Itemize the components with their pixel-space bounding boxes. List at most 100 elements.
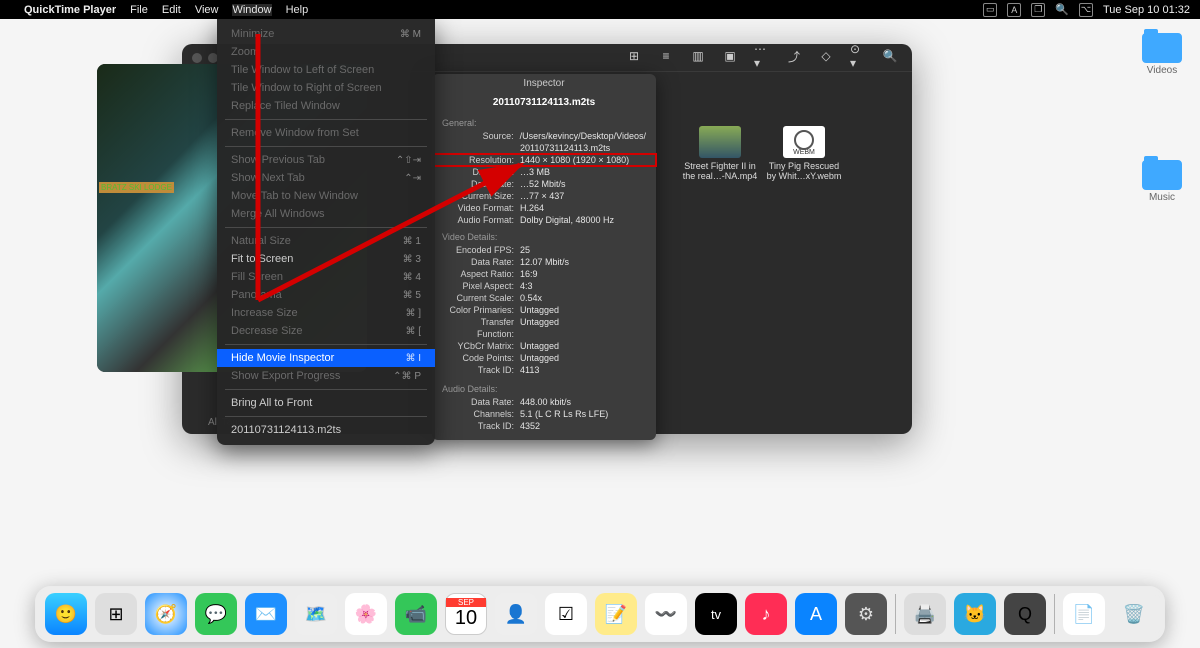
menubar-datetime[interactable]: Tue Sep 10 01:32: [1103, 4, 1190, 16]
app-name[interactable]: QuickTime Player: [24, 4, 116, 16]
menu-item: Panorama⌘ 5: [217, 286, 435, 304]
spotlight-icon[interactable]: 🔍: [1055, 3, 1069, 16]
dock-recent-app-icon[interactable]: 🐱: [954, 593, 996, 635]
menu-item-label: Remove Window from Set: [231, 127, 359, 139]
movie-inspector[interactable]: Inspector 20110731124113.m2ts General: S…: [432, 74, 656, 440]
list-view-icon[interactable]: ≡: [658, 49, 674, 63]
folder-label: Videos: [1132, 65, 1192, 76]
menu-item-shortcut: ⌘ I: [405, 353, 421, 364]
share-icon[interactable]: ⤴: [786, 49, 802, 63]
menu-item: Show Previous Tab⌃⇧⇥: [217, 151, 435, 169]
menu-edit[interactable]: Edit: [162, 4, 181, 16]
dock-calendar-icon[interactable]: SEP 10: [445, 593, 487, 635]
dock-safari-icon[interactable]: 🧭: [145, 593, 187, 635]
dock-launchpad-icon[interactable]: ⊞: [95, 593, 137, 635]
inspector-row: Color Primaries:Untagged: [432, 304, 656, 316]
inspector-value: 4:3: [520, 280, 646, 292]
inspector-row: Encoded FPS:25: [432, 244, 656, 256]
inspector-row: 20110731124113.m2ts: [432, 142, 656, 154]
inspector-header: Inspector: [432, 74, 656, 91]
dock-downloads-icon[interactable]: 📄: [1063, 593, 1105, 635]
menu-item-shortcut: ⌃⇥: [404, 173, 421, 184]
menu-separator: [225, 344, 427, 345]
inspector-value: Untagged: [520, 340, 646, 352]
dock-appstore-icon[interactable]: A: [795, 593, 837, 635]
inspector-row: Code Points:Untagged: [432, 352, 656, 364]
search-icon[interactable]: 🔍: [882, 49, 898, 63]
desktop-folder-music[interactable]: Music: [1132, 160, 1192, 203]
tag-icon[interactable]: ◇: [818, 49, 834, 63]
dock-recent-app-icon[interactable]: 🖨️: [904, 593, 946, 635]
dock-reminders-icon[interactable]: ☑︎: [545, 593, 587, 635]
dock-messages-icon[interactable]: 💬: [195, 593, 237, 635]
menu-item: Decrease Size⌘ [: [217, 322, 435, 340]
inspector-value: Untagged: [520, 304, 646, 316]
inspector-key: Video Format:: [442, 202, 520, 214]
column-view-icon[interactable]: ▥: [690, 49, 706, 63]
menu-item-label: Show Next Tab: [231, 172, 305, 184]
action-icon[interactable]: ⊙ ▾: [850, 49, 866, 63]
inspector-key: Audio Format:: [442, 214, 520, 226]
menu-item-label: 20110731124113.m2ts: [231, 424, 341, 436]
inspector-row: Data Size:…3 MB: [432, 166, 656, 178]
menu-item: Show Export Progress⌃⌘ P: [217, 367, 435, 385]
display-icon[interactable]: ▭: [983, 3, 997, 17]
dock-appletv-icon[interactable]: tv: [695, 593, 737, 635]
dock-contacts-icon[interactable]: 👤: [495, 593, 537, 635]
dock-trash-icon[interactable]: 🗑️: [1113, 593, 1155, 635]
inspector-section-general: General:: [432, 116, 656, 130]
dock-separator: [1054, 594, 1055, 634]
menubar: QuickTime Player File Edit View Window H…: [0, 0, 1200, 19]
menu-item-label: Show Export Progress: [231, 370, 340, 382]
menu-item-label: Panorama: [231, 289, 282, 301]
inspector-key: Pixel Aspect:: [442, 280, 520, 292]
menu-separator: [225, 416, 427, 417]
menu-item[interactable]: Fit to Screen⌘ 3: [217, 250, 435, 268]
folder-icon: [1142, 160, 1182, 190]
inspector-value: 448.00 kbit/s: [520, 396, 646, 408]
menu-item-label: Replace Tiled Window: [231, 100, 340, 112]
stage-manager-icon[interactable]: ❐: [1031, 3, 1045, 17]
menu-file[interactable]: File: [130, 4, 148, 16]
inspector-key: Track ID:: [442, 364, 520, 376]
menu-item[interactable]: Bring All to Front: [217, 394, 435, 412]
dock-photos-icon[interactable]: 🌸: [345, 593, 387, 635]
dock-settings-icon[interactable]: ⚙︎: [845, 593, 887, 635]
menu-item[interactable]: Hide Movie Inspector⌘ I: [217, 349, 435, 367]
desktop-folder-videos[interactable]: Videos: [1132, 33, 1192, 76]
dock-mail-icon[interactable]: ✉️: [245, 593, 287, 635]
menu-item: Fill Screen⌘ 4: [217, 268, 435, 286]
file-item[interactable]: WEBM Tiny Pig Rescued by Whit…xY.webm: [764, 126, 844, 181]
inspector-section-audio: Audio Details:: [432, 382, 656, 396]
inspector-key: Code Points:: [442, 352, 520, 364]
menu-window[interactable]: Window: [232, 4, 271, 16]
dock-facetime-icon[interactable]: 📹: [395, 593, 437, 635]
inspector-value: …77 × 437: [520, 190, 646, 202]
control-center-icon[interactable]: ⌥: [1079, 3, 1093, 17]
menu-item-shortcut: ⌘ 1: [403, 236, 421, 247]
dock-quicktime-icon[interactable]: Q: [1004, 593, 1046, 635]
dock-separator: [895, 594, 896, 634]
input-indicator[interactable]: A: [1007, 3, 1021, 17]
group-icon[interactable]: ⋯ ▾: [754, 49, 770, 63]
file-name-line1: Street Fighter II in: [680, 161, 760, 171]
menu-item-label: Show Previous Tab: [231, 154, 325, 166]
inspector-value: 25: [520, 244, 646, 256]
gallery-view-icon[interactable]: ▣: [722, 49, 738, 63]
file-name-line2: the real…-NA.mp4: [680, 171, 760, 181]
file-item[interactable]: Street Fighter II in the real…-NA.mp4: [680, 126, 760, 181]
menu-separator: [225, 389, 427, 390]
dock-finder-icon[interactable]: 🙂: [45, 593, 87, 635]
video-overlay-text: BRATZ SKI LODGE: [99, 182, 174, 193]
dock-maps-icon[interactable]: 🗺️: [295, 593, 337, 635]
inspector-value: Untagged: [520, 316, 646, 340]
menu-item[interactable]: 20110731124113.m2ts: [217, 421, 435, 439]
dock-music-icon[interactable]: ♪: [745, 593, 787, 635]
inspector-key: Current Scale:: [442, 292, 520, 304]
menu-item-label: Bring All to Front: [231, 397, 312, 409]
dock-freeform-icon[interactable]: 〰️: [645, 593, 687, 635]
grid-view-icon[interactable]: ⊞: [626, 49, 642, 63]
menu-help[interactable]: Help: [286, 4, 309, 16]
menu-view[interactable]: View: [195, 4, 219, 16]
dock-notes-icon[interactable]: 📝: [595, 593, 637, 635]
